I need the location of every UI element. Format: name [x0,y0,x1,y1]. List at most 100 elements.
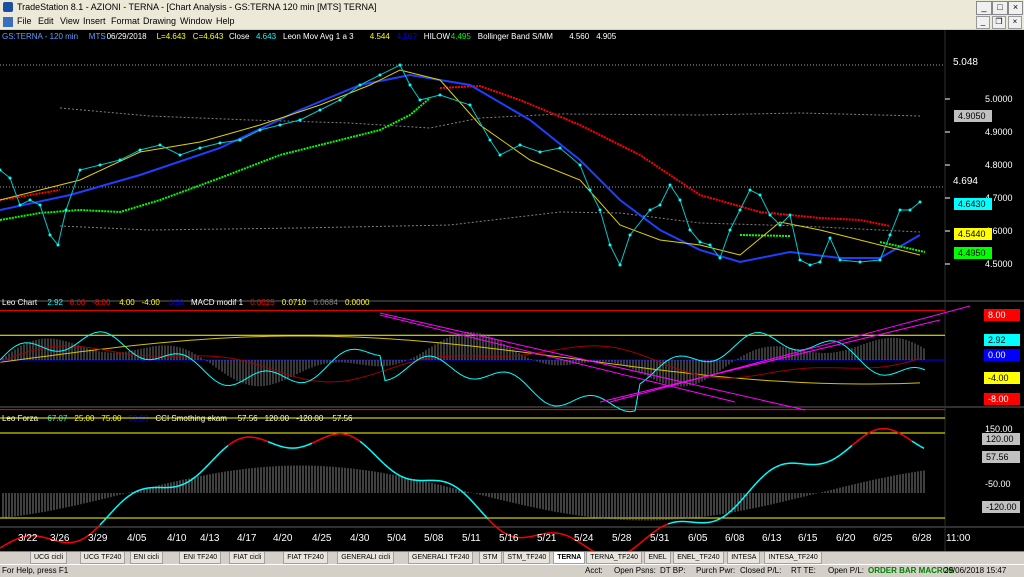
tab-enel-tf240[interactable]: ENEL_TF240 [673,552,723,564]
mdi-restore-icon[interactable]: ❐ [992,16,1006,29]
cci-line [196,473,200,476]
cci-line [756,479,760,483]
close-icon[interactable]: × [1008,1,1023,15]
tab-generali-cicli[interactable]: GENERALI cicli [337,552,394,564]
date-label: 5/31 [650,533,670,544]
mdi-minimize-icon[interactable]: _ [976,16,990,29]
date-label: 4/20 [273,533,293,544]
mdi-close-icon[interactable]: × [1008,16,1022,29]
cci-line [40,536,44,537]
price-line [0,65,920,265]
cci-line [4,543,8,545]
price-dot [689,229,692,232]
cci-line [256,438,260,439]
menu-window[interactable]: Window [180,16,212,26]
tab-intesa[interactable]: INTESA [727,552,760,564]
price-header-item: Leon Mov Avg 1 a 3 [283,32,354,41]
status-macros[interactable]: ORDER BAR MACROS [868,566,954,575]
maximize-icon[interactable]: □ [992,1,1008,15]
status-open-pl: Open P/L: [828,566,864,575]
price-axis-label: 4.9000 [985,127,1013,137]
cci-line [920,446,924,448]
cci-line [776,465,780,467]
cci-line [664,524,668,526]
menu-file[interactable]: File [17,16,32,26]
price-dot [599,209,602,212]
price-dot [79,169,82,172]
tab-eni-cicli[interactable]: ENI cicli [130,552,163,564]
menu-edit[interactable]: Edit [38,16,54,26]
cci-line [272,443,276,445]
price-dot [539,151,542,154]
minimize-icon[interactable]: _ [976,1,992,15]
tab-fiat-cicli[interactable]: FIAT cicli [229,552,265,564]
menu-help[interactable]: Help [216,16,235,26]
price-dot [499,154,502,157]
tab-ucg-tf240[interactable]: UCG TF240 [80,552,126,564]
cci-line [220,449,224,453]
price-dot [179,154,182,157]
cci-line [348,435,352,437]
cci-line [708,522,712,523]
cci-line [364,445,368,449]
price-value-label: 4.6430 [958,199,986,209]
date-label: 6/05 [688,533,708,544]
level-label: 4.694 [953,176,978,187]
price-dot [629,234,632,237]
cci-line [300,446,304,447]
tab-eni-tf240[interactable]: ENI TF240 [179,552,221,564]
leo-chart-header-item: -4.00 [142,298,161,307]
price-header-item: 06/29/2018 [107,32,148,41]
price-value-label: 4.4950 [958,248,986,258]
status-bar: For Help, press F1 Acct: Open Psns: DT B… [0,564,1024,577]
tab-generali-tf240[interactable]: GENERALI TF240 [408,552,473,564]
tab-terna-tf240[interactable]: TERNA_TF240 [586,552,642,564]
forza-value-label: 57.56 [986,452,1009,462]
menu-view[interactable]: View [60,16,79,26]
leo-chart-header-item: Leo Chart [2,298,38,307]
cci-line [444,482,448,483]
chart-window[interactable]: GS:TERNA - 120 minMTS06/29/2018L=4.643C=… [0,30,1024,557]
menu-insert[interactable]: Insert [83,16,106,26]
leo-chart-header-item: 0.0000 [345,298,370,307]
tab-fiat-tf240[interactable]: FIAT TF240 [283,552,328,564]
hilow-line [0,98,430,220]
status-datetime: 29/06/2018 15:47 [944,566,1006,575]
chart-canvas[interactable]: GS:TERNA - 120 minMTS06/29/2018L=4.643C=… [0,30,1024,551]
cci-line [320,438,324,440]
menu-drawing[interactable]: Drawing [143,16,176,26]
price-dot [339,99,342,102]
price-dot [39,204,42,207]
price-dot [559,147,562,150]
cci-line [560,534,564,535]
price-dot [469,104,472,107]
price-dot [379,74,382,77]
level-label: 5.048 [953,57,978,68]
forza-value-label: 120.00 [986,434,1014,444]
price-dot [99,164,102,167]
leo-chart-header-item: 0.0710 [282,298,307,307]
cci-line [360,441,364,444]
cci-line [124,497,128,500]
cci-line [660,526,664,528]
price-dot [659,204,662,207]
menu-format[interactable]: Format [111,16,140,26]
price-dot [239,139,242,142]
cci-line [752,483,756,487]
cci-line [400,476,404,478]
avg-yellow-line [0,70,920,255]
tab-stm-tf240[interactable]: STM_TF240 [503,552,550,564]
date-label: 5/28 [612,533,632,544]
price-header-item: 4.643 [256,32,277,41]
cci-line [452,485,456,487]
tab-enel[interactable]: ENEL [644,552,670,564]
cci-line [268,442,272,444]
tab-stm[interactable]: STM [479,552,502,564]
tab-ucg-cicli[interactable]: UCG cicli [30,552,67,564]
cci-line [228,443,232,446]
tab-terna[interactable]: TERNA [553,552,585,564]
price-dot [219,142,222,145]
price-dot [649,209,652,212]
tab-intesa-tf240[interactable]: INTESA_TF240 [764,552,821,564]
date-label: 6/08 [725,533,745,544]
